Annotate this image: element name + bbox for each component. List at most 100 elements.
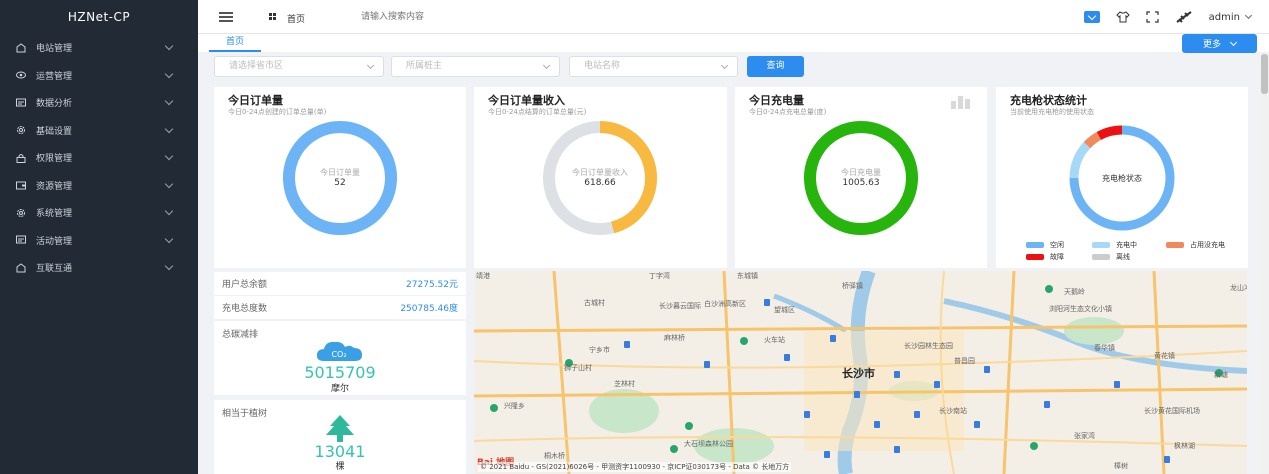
scrollbar-thumb[interactable]: [1261, 54, 1268, 94]
map-place-label: 新塘: [1214, 371, 1228, 379]
chevron-down-icon[interactable]: [1244, 11, 1253, 20]
breadcrumb-home[interactable]: 首页: [287, 12, 305, 25]
region-select[interactable]: 请选择省市区: [214, 56, 384, 77]
map-place-label: 桐木桥: [544, 452, 565, 460]
bar-chart-icon[interactable]: [951, 95, 971, 109]
sidebar-menu: 电站管理 运营管理数据分析基础设置权限管理资源管理系统管理 活动管理互联互通: [0, 34, 198, 282]
sidebar-item-label: 基础设置: [36, 126, 73, 137]
satellite-icon: [1176, 11, 1192, 23]
legend-item[interactable]: 充电中: [1092, 240, 1137, 250]
station-placeholder: 电站名称: [584, 61, 621, 71]
balance-value: 27275.52元: [406, 280, 458, 290]
station-icon: [16, 263, 26, 273]
gear-icon: [16, 208, 26, 218]
legend-swatch: [1026, 254, 1044, 260]
map-place-label: 丁字湾: [649, 272, 670, 280]
sidebar-item-label: 资源管理: [36, 181, 73, 192]
more-button[interactable]: 更多: [1182, 34, 1257, 53]
chevron-down-icon: [1229, 38, 1238, 46]
sidebar-item[interactable]: 运营管理: [0, 62, 198, 90]
map-place-label: 樟树: [1114, 462, 1128, 470]
shirt-icon: [1115, 11, 1130, 23]
balance-label: 用户总余额: [222, 280, 268, 290]
owner-select[interactable]: 所属桩主: [391, 56, 560, 77]
map-city-label: 长沙市: [842, 367, 875, 380]
donut-slice[interactable]: [1096, 125, 1123, 140]
map-place-label: 长沙南站: [939, 407, 967, 415]
cloud-icon: CO₂: [316, 341, 362, 361]
fullscreen-icon: [1146, 11, 1159, 23]
grid-icon: [269, 13, 277, 21]
map-place-label: 长沙暮云国际: [659, 302, 701, 310]
gun-status-card: 充电枪状态统计 当前使用充电枪的使用状态 充电枪状态 空闲 充电中 占用没充电 故障 离…: [996, 87, 1248, 268]
search-input[interactable]: [361, 10, 561, 24]
avatar[interactable]: [1175, 10, 1193, 24]
station-select[interactable]: 电站名称: [569, 56, 738, 77]
sidebar-item[interactable]: 数据分析: [0, 89, 198, 117]
charge-total-row: 充电总度数 250785.46度: [214, 296, 466, 319]
legend-item[interactable]: 占用没充电: [1166, 240, 1225, 250]
map-place-label: 龙山冲: [1230, 284, 1247, 292]
chevron-down-icon: [366, 61, 375, 70]
chevron-down-icon: [164, 69, 174, 78]
legend-item[interactable]: 离线: [1092, 252, 1130, 262]
lock-icon: [16, 153, 26, 163]
income-card: 今日订单量收入 今日0-24点结算的订单总量(元) 今日订单量收入 618.66: [474, 87, 727, 268]
menu-toggle-icon[interactable]: [219, 12, 233, 22]
legend-item[interactable]: 故障: [1026, 252, 1064, 262]
more-label: 更多: [1202, 40, 1221, 50]
charge-total-label: 充电总度数: [222, 304, 268, 314]
donut-center-label: 充电枪状态: [1102, 174, 1142, 183]
sidebar-item[interactable]: 系统管理: [0, 199, 198, 227]
mail-icon: [1083, 11, 1100, 23]
map-place-label: 望城区: [774, 306, 795, 314]
message-button[interactable]: [1083, 11, 1100, 23]
message-icon: [16, 98, 26, 108]
tree-unit: 棵: [335, 462, 345, 472]
carbon-card: 总碳减排 CO₂ 5015709 摩尔: [214, 321, 466, 395]
user-name[interactable]: admin: [1209, 12, 1240, 23]
sidebar: HZNet-CP 电站管理 运营管理数据分析基础设置权限管理资源管理系统管理 活动管…: [0, 0, 198, 474]
map-place-label: 张家湾: [1074, 432, 1095, 440]
sidebar-item[interactable]: 活动管理: [0, 227, 198, 255]
fullscreen-button[interactable]: [1146, 11, 1159, 23]
map-place-label: 长沙黄花国际机场: [1144, 407, 1200, 415]
map-place-label: 长沙园林生态园: [904, 342, 953, 350]
station-map[interactable]: 丁字湾 靖港桥驿镇 龙山冲 东城镇白沙洲高新区 古城村 长沙暮云国际宁乡市狮子山村 麻林桥 火…: [474, 271, 1247, 474]
ring-chart: 今日订单量 52: [214, 121, 466, 236]
map-place-label: 大石坝森林公园: [684, 440, 733, 448]
legend-label: 故障: [1050, 253, 1064, 261]
theme-button[interactable]: [1115, 11, 1130, 23]
balance-row: 用户总余额 27275.52元: [214, 272, 466, 295]
sidebar-item[interactable]: 资源管理: [0, 172, 198, 200]
ring-chart: 今日充电量 1005.63: [735, 121, 987, 236]
card-title: 今日订单量收入: [488, 94, 565, 107]
page-scrollbar[interactable]: [1260, 52, 1269, 474]
sidebar-item[interactable]: 电站管理: [0, 34, 198, 62]
tree-title: 相当于植树: [222, 409, 268, 419]
card-subtitle: 今日0-24点充电总量(度): [749, 108, 827, 116]
tree-icon: [326, 415, 354, 442]
map-place-label: 芝林村: [614, 380, 635, 388]
ring-value: 52: [334, 178, 346, 188]
sidebar-item[interactable]: 权限管理: [0, 144, 198, 172]
app-title: HZNet-CP: [67, 10, 131, 24]
legend-swatch: [1092, 242, 1110, 248]
sidebar-item-label: 互联互通: [36, 264, 73, 275]
tab-home[interactable]: 首页: [209, 34, 262, 52]
sidebar-item[interactable]: 互联互通: [0, 254, 198, 282]
query-button[interactable]: 查询: [747, 56, 804, 77]
sidebar-item-label: 数据分析: [36, 99, 73, 110]
carbon-unit: 摩尔: [330, 384, 349, 394]
legend-item[interactable]: 空闲: [1026, 240, 1064, 250]
legend-label: 占用没充电: [1190, 241, 1225, 249]
sidebar-item[interactable]: 基础设置: [0, 117, 198, 145]
card-subtitle: 今日0-24点结算的订单总量(元): [488, 108, 587, 116]
chevron-down-icon: [164, 97, 174, 106]
donut-slice[interactable]: [1083, 131, 1102, 149]
header-actions: admin: [1083, 0, 1269, 34]
chevron-down-icon: [164, 152, 174, 161]
charge-card: 今日充电量 今日0-24点充电总量(度) 今日充电量 1005.63: [735, 87, 987, 268]
legend-label: 充电中: [1116, 241, 1137, 249]
sidebar-item-label: 权限管理: [36, 154, 73, 165]
